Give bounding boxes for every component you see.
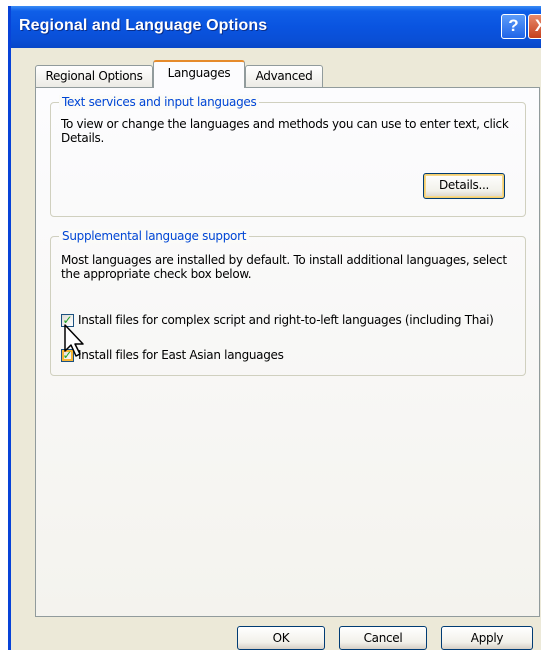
- mouse-pointer-icon: [64, 324, 84, 357]
- ok-button[interactable]: OK: [237, 626, 325, 650]
- title-bar[interactable]: Regional and Language Options ? X: [11, 6, 541, 48]
- east-asian-label[interactable]: Install files for East Asian languages: [78, 348, 508, 362]
- languages-tab-panel: Text services and input languages To vie…: [35, 87, 540, 617]
- text-services-description: To view or change the languages and meth…: [61, 117, 509, 145]
- window-title: Regional and Language Options: [19, 17, 268, 34]
- close-icon[interactable]: X: [528, 14, 541, 39]
- cancel-button[interactable]: Cancel: [339, 626, 427, 650]
- tab-regional-options[interactable]: Regional Options: [35, 65, 153, 87]
- supplemental-heading: Supplemental language support: [59, 229, 250, 243]
- supplemental-description: Most languages are installed by default.…: [61, 253, 507, 281]
- text-services-heading: Text services and input languages: [59, 95, 260, 109]
- complex-script-label[interactable]: Install files for complex script and rig…: [78, 313, 508, 327]
- tab-languages[interactable]: Languages: [153, 60, 245, 88]
- text-services-group: Text services and input languages To vie…: [50, 95, 526, 217]
- apply-button[interactable]: Apply: [441, 626, 533, 650]
- supplemental-language-group: Supplemental language support Most langu…: [50, 229, 526, 376]
- help-icon[interactable]: ?: [501, 14, 526, 39]
- details-button[interactable]: Details...: [423, 173, 505, 199]
- tab-advanced[interactable]: Advanced: [245, 65, 323, 87]
- dialog-window: Regional and Language Options ? X Region…: [8, 6, 541, 650]
